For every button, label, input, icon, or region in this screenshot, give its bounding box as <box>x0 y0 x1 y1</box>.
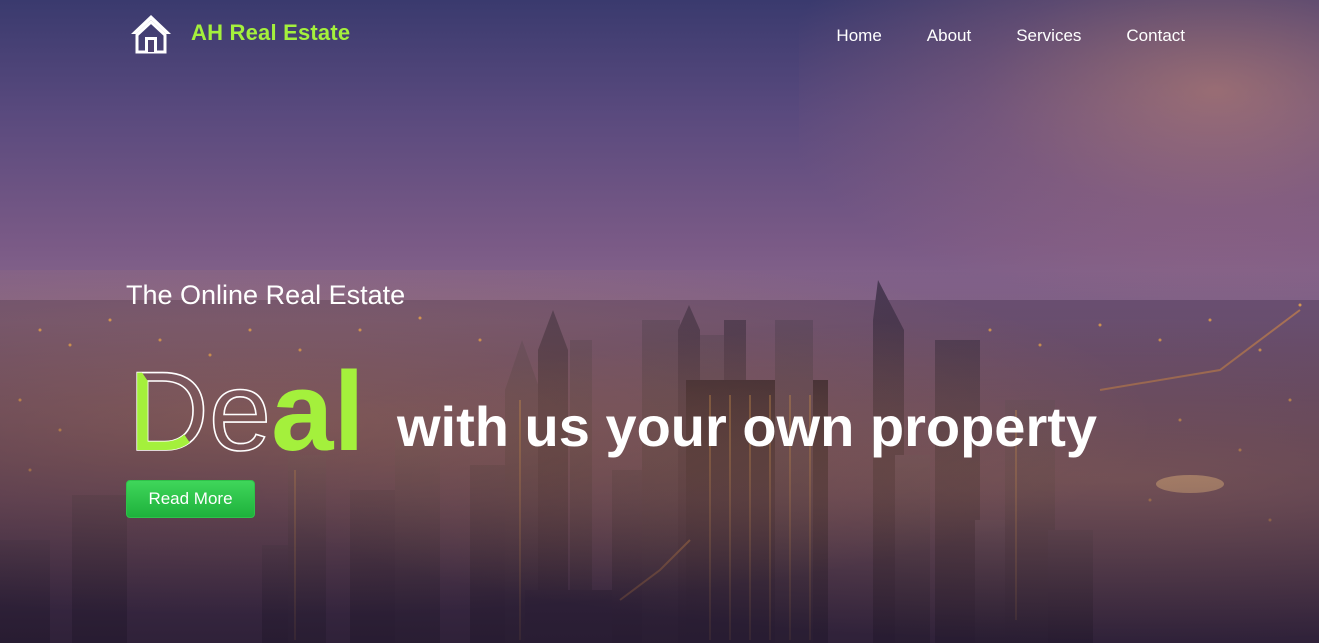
hero-section: AH Real Estate Home About Services Conta… <box>0 0 1319 643</box>
hero-headline: Deal D with us your own property <box>128 352 1097 462</box>
brand-name: AH Real Estate <box>191 20 351 45</box>
top-navbar: AH Real Estate Home About Services Conta… <box>0 0 1319 72</box>
hero-subtitle: The Online Real Estate <box>126 280 406 310</box>
nav-home[interactable]: Home <box>836 26 881 46</box>
brand-logo[interactable]: AH Real Estate <box>129 12 350 54</box>
deal-solid-part: al <box>271 352 364 462</box>
read-more-button[interactable]: Read More <box>126 480 255 518</box>
headline-rest: with us your own property <box>397 395 1098 458</box>
nav-services[interactable]: Services <box>1016 26 1081 46</box>
main-nav: Home About Services Contact <box>791 26 1185 46</box>
headline-deal-word: Deal D <box>128 352 365 462</box>
nav-about[interactable]: About <box>927 26 971 46</box>
nav-contact[interactable]: Contact <box>1126 26 1185 46</box>
house-icon <box>131 15 171 54</box>
